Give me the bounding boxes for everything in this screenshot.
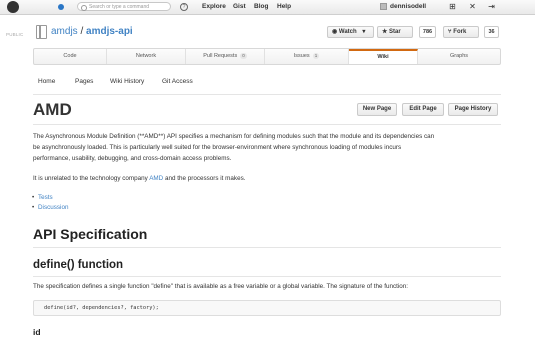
edit-page-button[interactable]: Edit Page (402, 103, 444, 116)
tab-pull-requests[interactable]: Pull Requests 0 (186, 49, 265, 64)
repo-owner-link[interactable]: amdjs (51, 26, 78, 37)
github-logo-icon[interactable] (7, 1, 19, 13)
tab-code[interactable]: Code (34, 49, 107, 64)
search-icon (81, 5, 87, 11)
tab-issues-label: Issues (293, 53, 310, 59)
star-icon: ★ (382, 29, 390, 35)
tab-network[interactable]: Network (107, 49, 186, 64)
pull-requests-count: 0 (240, 53, 247, 59)
wiki-nav-home[interactable]: Home (38, 77, 55, 87)
repo-tabs: Code Network Pull Requests 0 Issues 1 Wiki… (33, 48, 501, 65)
tab-issues[interactable]: Issues 1 (265, 49, 349, 64)
unrelated-text-after: and the processors it makes. (163, 175, 246, 182)
tab-graphs[interactable]: Graphs (418, 49, 500, 64)
divider (33, 247, 501, 248)
tests-link[interactable]: Tests (32, 193, 53, 203)
fork-label: Fork (453, 29, 467, 35)
tab-graphs-label: Graphs (449, 53, 469, 59)
fork-count[interactable]: 36 (484, 26, 499, 38)
search-input[interactable]: Search or type a command (77, 2, 171, 11)
settings-icon[interactable]: ✕ (468, 2, 477, 11)
wiki-nav-history[interactable]: Wiki History (110, 77, 144, 87)
spec-paragraph: The specification defines a single funct… (33, 283, 409, 290)
sign-out-icon[interactable]: ⇥ (487, 2, 496, 11)
watch-caret-icon: ▾ (362, 29, 366, 35)
tab-code-label: Code (63, 53, 77, 59)
create-repo-icon[interactable]: ⊞ (448, 2, 457, 11)
fork-button[interactable]: ⑂ Fork (443, 26, 479, 38)
watch-label: Watch (338, 29, 357, 35)
star-button[interactable]: ★ Star (377, 26, 413, 38)
nav-help[interactable]: Help (277, 1, 291, 13)
intro-line-2: be asynchronously loaded. This is partic… (33, 144, 402, 151)
repo-separator: / (77, 26, 87, 37)
unrelated-paragraph: It is unrelated to the technology compan… (33, 174, 501, 185)
nav-blog[interactable]: Blog (254, 1, 268, 13)
tab-wiki-label: Wiki (377, 54, 389, 60)
wiki-nav-git-access[interactable]: Git Access (162, 77, 193, 87)
subsection-heading: define() function (33, 259, 124, 271)
divider (33, 276, 501, 277)
search-help-icon[interactable]: ? (180, 3, 188, 11)
tab-network-label: Network (135, 53, 157, 59)
nav-gist[interactable]: Gist (233, 1, 246, 13)
unrelated-text-before: It is unrelated to the technology compan… (33, 175, 150, 182)
star-label: Star (389, 29, 401, 35)
search-placeholder: Search or type a command (89, 4, 150, 10)
section-heading: API Specification (33, 226, 148, 242)
page-history-button[interactable]: Page History (448, 103, 498, 116)
notifications-icon[interactable] (58, 4, 64, 10)
repo-name-link[interactable]: amdjs-api (86, 26, 133, 37)
intro-line-1: The Asynchronous Module Definition (**AM… (33, 133, 435, 140)
username-link[interactable]: dennisodell (390, 2, 426, 12)
eye-icon: ◉ (332, 29, 339, 35)
issues-count: 1 (312, 53, 320, 59)
divider (33, 124, 501, 125)
repo-title: amdjs / amdjs-api (51, 26, 133, 38)
amd-link[interactable]: AMD (149, 175, 163, 182)
repo-icon (36, 25, 47, 39)
visibility-label: PUBLIC (6, 32, 24, 37)
tab-pull-requests-label: Pull Requests (203, 53, 238, 59)
page-title: AMD (33, 100, 72, 119)
nav-explore[interactable]: Explore (202, 1, 226, 13)
divider (33, 94, 501, 95)
code-block: define(id?, dependencies?, factory); (33, 300, 501, 316)
avatar[interactable] (380, 3, 387, 10)
discussion-link[interactable]: Discussion (32, 203, 69, 213)
new-page-button[interactable]: New Page (357, 103, 397, 116)
wiki-nav-pages[interactable]: Pages (75, 77, 93, 87)
star-count[interactable]: 786 (419, 26, 436, 38)
id-heading: id (33, 327, 41, 337)
tab-wiki[interactable]: Wiki (349, 49, 418, 64)
intro-line-3: performance, usability, debugging, and c… (33, 155, 232, 162)
watch-button[interactable]: ◉ Watch ▾ (327, 26, 374, 38)
top-header-bar: Search or type a command ? Explore Gist … (0, 0, 535, 15)
